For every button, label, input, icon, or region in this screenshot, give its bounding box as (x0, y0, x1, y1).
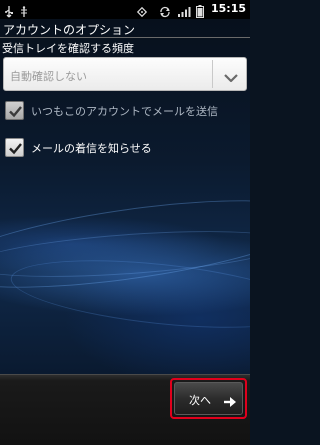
page-title: アカウントのオプション (3, 23, 136, 37)
spinner-divider (212, 60, 213, 88)
clock: 15:15 (210, 2, 246, 15)
check-frequency-value: 自動確認しない (10, 70, 87, 83)
arrow-right-icon (223, 393, 237, 412)
always-send-checkbox[interactable] (5, 101, 24, 120)
account-options-screen: アカウントのオプション 受信トレイを確認する頻度 自動確認しない いつもこのアカ… (0, 19, 250, 374)
check-frequency-label: 受信トレイを確認する頻度 (2, 42, 134, 55)
notify-new-mail-option[interactable]: メールの着信を知らせる (3, 135, 247, 163)
title-divider (0, 37, 250, 38)
next-button-label: 次へ (189, 394, 211, 407)
notify-new-mail-checkbox[interactable] (5, 138, 24, 157)
notify-new-mail-label: メールの着信を知らせる (31, 142, 152, 155)
bottom-button-bar: 次へ (0, 374, 250, 445)
check-frequency-spinner[interactable]: 自動確認しない (3, 57, 247, 91)
always-send-label: いつもこのアカウントでメールを送信 (31, 105, 218, 118)
chevron-down-icon (224, 68, 238, 87)
next-button[interactable]: 次へ (174, 382, 243, 415)
status-bar: 15:15 (0, 0, 250, 19)
always-send-from-account-option[interactable]: いつもこのアカウントでメールを送信 (3, 98, 247, 126)
